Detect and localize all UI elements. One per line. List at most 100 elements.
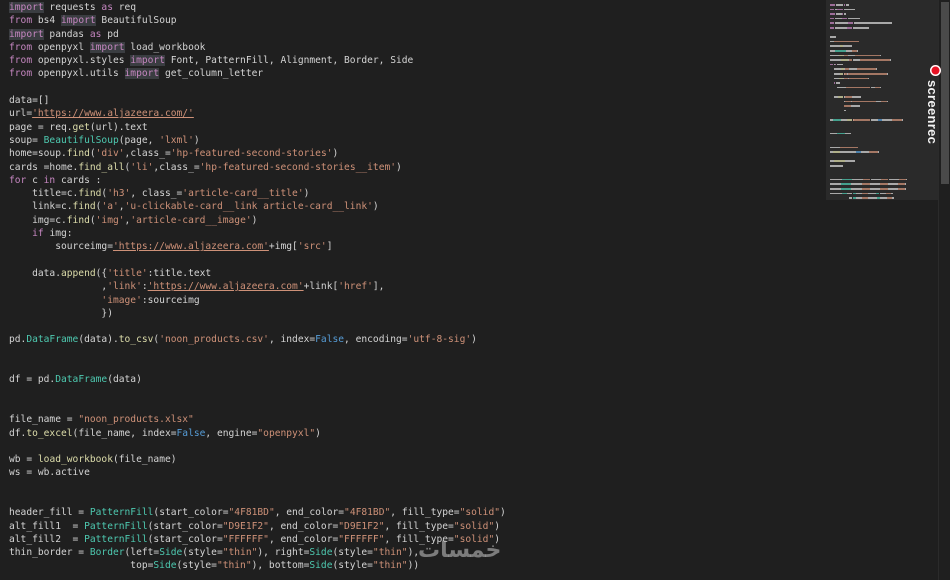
minimap-line bbox=[886, 73, 888, 75]
minimap-line bbox=[833, 40, 859, 43]
minimap-line bbox=[890, 59, 892, 61]
code-line[interactable] bbox=[9, 320, 506, 333]
minimap-line bbox=[850, 183, 863, 185]
code-token: (style= bbox=[176, 560, 217, 572]
code-token: data=[] bbox=[9, 95, 50, 107]
code-editor[interactable]: import requests as req from bs4 import Be… bbox=[0, 0, 826, 580]
code-token: requests bbox=[43, 2, 102, 13]
code-token: find bbox=[66, 148, 90, 160]
code-token: ] bbox=[326, 241, 333, 253]
code-token: (style= bbox=[182, 547, 223, 559]
code-line[interactable]: ws = wb.active bbox=[9, 466, 506, 479]
code-token: 'https://www.aljazeera.com' bbox=[112, 241, 269, 253]
code-line[interactable] bbox=[9, 440, 506, 453]
code-token: "D9E1F2" bbox=[222, 520, 269, 532]
code-line[interactable]: header_fill = PatternFill(start_color="4… bbox=[9, 506, 506, 519]
code-token: pd. bbox=[9, 334, 27, 346]
code-line[interactable]: title=c.find('h3', class_='article-card_… bbox=[9, 187, 506, 200]
minimap-line bbox=[860, 151, 869, 153]
minimap[interactable] bbox=[826, 0, 938, 580]
code-token: 'img' bbox=[95, 214, 125, 226]
code-line[interactable]: if img: bbox=[9, 227, 506, 240]
code-token: ) bbox=[372, 201, 379, 213]
code-token: , end_color= bbox=[274, 507, 345, 519]
code-line[interactable]: page = req.get(url).text bbox=[9, 121, 506, 134]
code-line[interactable]: for c in cards : bbox=[9, 174, 506, 187]
code-token: Font, PatternFill, Alignment, Border, Si… bbox=[164, 55, 414, 67]
minimap-line bbox=[841, 13, 844, 15]
code-token: import bbox=[9, 28, 44, 40]
minimap-line bbox=[836, 4, 844, 6]
code-line[interactable]: import pandas as pd bbox=[9, 28, 506, 41]
code-line[interactable]: df.to_excel(file_name, index=False, engi… bbox=[9, 427, 506, 440]
code-line[interactable]: from bs4 import BeautifulSoup bbox=[9, 14, 506, 27]
code-token: header_fill = bbox=[9, 507, 90, 519]
code-line[interactable]: img=c.find('img','article-card__image') bbox=[9, 214, 506, 227]
code-line[interactable]: from openpyxl.styles import Font, Patter… bbox=[9, 54, 506, 67]
code-line[interactable]: home=soup.find('div',class_='hp-featured… bbox=[9, 147, 506, 160]
minimap-line bbox=[892, 119, 902, 121]
code-line[interactable]: data.append({'title':title.text bbox=[9, 267, 506, 280]
code-token: find bbox=[78, 188, 102, 200]
code-token: top= bbox=[9, 560, 154, 572]
record-icon bbox=[930, 65, 941, 76]
code-token: thin_border = bbox=[9, 547, 90, 559]
code-token: :sourceimg bbox=[141, 294, 200, 306]
code-line[interactable] bbox=[9, 254, 506, 267]
code-line[interactable]: url='https://www.aljazeera.com/' bbox=[9, 107, 506, 120]
minimap-line bbox=[840, 59, 848, 61]
code-line[interactable]: file_name = "noon_products.xlsx" bbox=[9, 413, 506, 426]
minimap-line bbox=[870, 119, 878, 121]
code-line[interactable]: cards =home.find_all('li',class_='hp-fea… bbox=[9, 161, 506, 174]
code-line[interactable]: sourceimg='https://www.aljazeera.com'+im… bbox=[9, 240, 506, 253]
code-line[interactable]: link=c.find('a','u-clickable-card__link … bbox=[9, 200, 506, 213]
minimap-line bbox=[850, 188, 863, 190]
code-token: load_workbook bbox=[37, 454, 113, 466]
code-line[interactable]: import requests as req bbox=[9, 1, 506, 14]
code-line[interactable]: }) bbox=[9, 307, 506, 320]
minimap-line bbox=[837, 132, 846, 135]
minimap-line bbox=[830, 4, 836, 6]
code-token: sourceimg= bbox=[9, 241, 113, 253]
code-line[interactable] bbox=[9, 81, 506, 94]
code-line[interactable]: from openpyxl import load_workbook bbox=[9, 41, 506, 54]
code-line[interactable]: df = pd.DataFrame(data) bbox=[9, 373, 506, 386]
code-token: "thin" bbox=[216, 560, 252, 572]
code-line[interactable] bbox=[9, 347, 506, 360]
code-token: soup= bbox=[9, 134, 44, 146]
code-line[interactable]: alt_fill1 = PatternFill(start_color="D9E… bbox=[9, 520, 506, 533]
code-line[interactable]: wb = load_workbook(file_name) bbox=[9, 453, 506, 466]
code-token: pd bbox=[101, 28, 119, 40]
code-line[interactable] bbox=[9, 493, 506, 506]
code-line[interactable] bbox=[9, 387, 506, 400]
code-token: 'article-card__image' bbox=[130, 214, 252, 226]
code-token: (style= bbox=[332, 547, 373, 559]
code-line[interactable] bbox=[9, 360, 506, 373]
minimap-line bbox=[840, 183, 851, 185]
code-line[interactable]: data=[] bbox=[9, 94, 506, 107]
code-line[interactable]: from openpyxl.utils import get_column_le… bbox=[9, 67, 506, 80]
code-token: Side bbox=[153, 560, 177, 572]
code-line[interactable] bbox=[9, 480, 506, 493]
code-line[interactable]: ,'link':'https://www.aljazeera.com'+link… bbox=[9, 280, 506, 293]
code-token: "FFFFFF" bbox=[222, 533, 269, 545]
code-token: (start_color= bbox=[147, 520, 223, 532]
code-lines[interactable]: import requests as req from bs4 import Be… bbox=[9, 1, 506, 573]
code-token: , fill_type= bbox=[390, 507, 460, 519]
code-token: for bbox=[9, 174, 27, 186]
minimap-line bbox=[848, 68, 857, 70]
minimap-line bbox=[880, 54, 882, 57]
code-token: False bbox=[315, 334, 345, 346]
code-token: 'link' bbox=[107, 281, 142, 293]
minimap-line bbox=[839, 151, 857, 153]
code-line[interactable]: 'image':sourceimg bbox=[9, 294, 506, 307]
code-line[interactable] bbox=[9, 400, 506, 413]
code-token: find bbox=[66, 214, 90, 226]
code-token: "solid" bbox=[453, 520, 495, 532]
code-token: c bbox=[26, 174, 44, 186]
code-token: (left= bbox=[124, 547, 160, 559]
code-line[interactable]: soup= BeautifulSoup(page, 'lxml') bbox=[9, 134, 506, 147]
code-line[interactable]: pd.DataFrame(data).to_csv('noon_products… bbox=[9, 333, 506, 346]
minimap-line bbox=[852, 59, 860, 61]
